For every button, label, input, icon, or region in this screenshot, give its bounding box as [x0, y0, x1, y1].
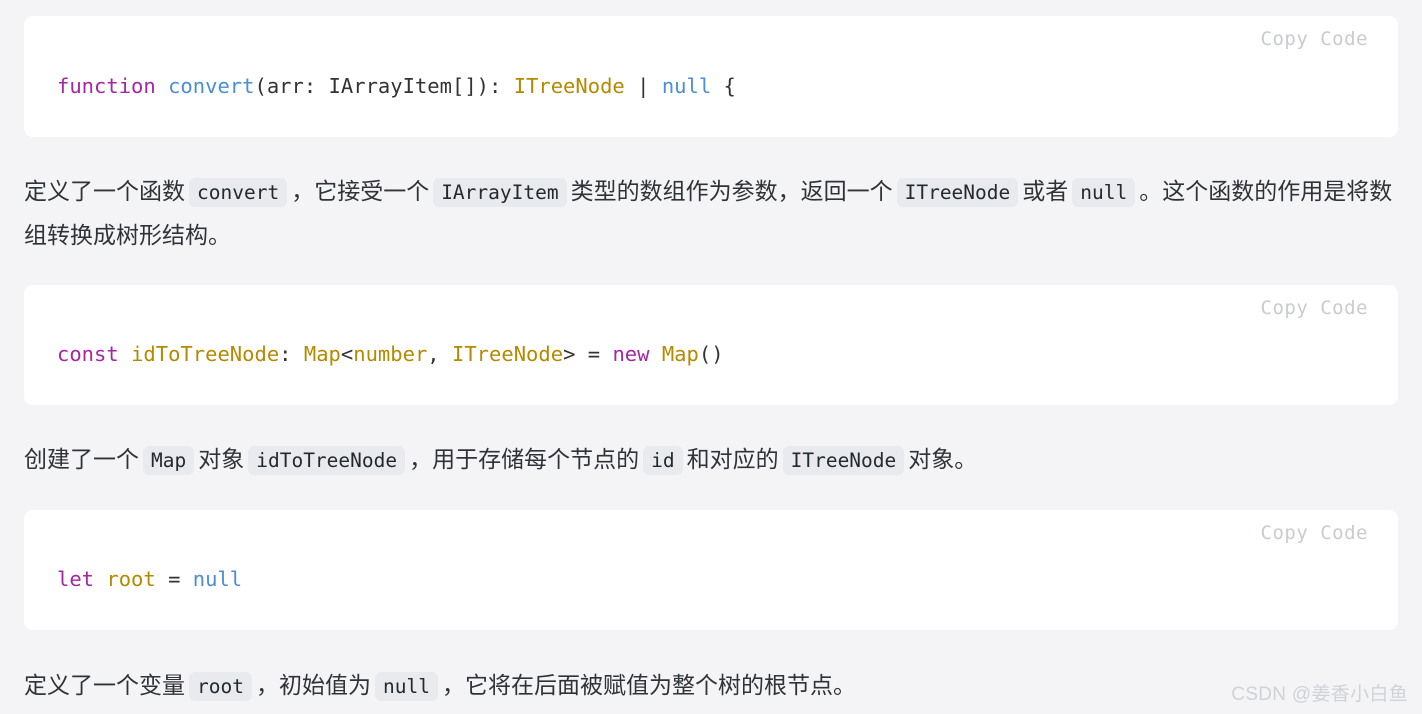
code-token: |	[624, 74, 662, 98]
code-line-1: function convert(arr: IArrayItem[]): ITr…	[24, 16, 1398, 102]
prose-text: ，用于存储每个节点的	[409, 446, 640, 472]
code-token: ,	[427, 342, 452, 366]
code-token: idToTreeNode	[131, 342, 280, 366]
paragraph-1: 定义了一个函数 convert ，它接受一个 IArrayItem 类型的数组作为参数，…	[24, 170, 1404, 257]
inline-code-chip: ITreeNode	[896, 178, 1019, 207]
prose-text: ，它接受一个	[291, 178, 430, 204]
code-block-1: Copy Code function convert(arr: IArrayIt…	[24, 16, 1398, 137]
code-token: ()	[698, 342, 724, 366]
inline-code-chip: convert	[189, 178, 288, 207]
prose-text: 定义了一个函数	[24, 178, 185, 204]
prose-text: 和对应的	[686, 446, 779, 472]
code-block-2: Copy Code const idToTreeNode: Map<number…	[24, 285, 1398, 405]
inline-code-chip: Map	[143, 446, 195, 475]
prose-text: 创建了一个	[24, 446, 139, 472]
prose-text: ，它将在后面被赋值为整个树的根节点。	[441, 672, 856, 698]
inline-code-chip: IArrayItem	[433, 178, 567, 207]
copy-code-button-3[interactable]: Copy Code	[1261, 524, 1368, 543]
prose-text: 对象。	[908, 446, 978, 472]
copy-code-button-2[interactable]: Copy Code	[1261, 299, 1368, 318]
csdn-watermark: CSDN @姜香小白鱼	[1231, 684, 1408, 705]
code-line-2: const idToTreeNode: Map<number, ITreeNod…	[24, 285, 1398, 370]
paragraph-2: 创建了一个 Map 对象 idToTreeNode ，用于存储每个节点的 id 和对应的 IT…	[24, 438, 1404, 482]
code-token: :	[279, 342, 304, 366]
code-token: =	[155, 567, 193, 591]
code-token: Map	[661, 342, 699, 366]
code-token: number	[353, 342, 428, 366]
code-token: convert	[168, 74, 255, 98]
paragraph-3: 定义了一个变量 root ，初始值为 null ，它将在后面被赋值为整个树的根节点。	[24, 664, 1404, 708]
prose-text: 或者	[1022, 178, 1069, 204]
code-token: root	[106, 567, 156, 591]
code-token: let	[57, 567, 95, 591]
inline-code-chip: root	[189, 672, 252, 701]
inline-code-chip: ITreeNode	[782, 446, 905, 475]
code-block-3: Copy Code let root = null	[24, 510, 1398, 630]
code-token: <	[340, 342, 354, 366]
prose-text: 类型的数组作为参数，返回一个	[570, 178, 893, 204]
code-token: null	[661, 74, 712, 98]
article-content-area: Copy Code function convert(arr: IArrayIt…	[0, 0, 1422, 714]
code-token: Map	[303, 342, 341, 366]
inline-code-chip: null	[1072, 178, 1136, 207]
code-token: function	[57, 74, 156, 98]
code-token: (arr: IArrayItem[]):	[254, 74, 514, 98]
inline-code-chip: idToTreeNode	[248, 446, 406, 475]
code-token: ITreeNode	[513, 74, 625, 98]
prose-text: ，初始值为	[255, 672, 371, 698]
inline-code-chip: null	[374, 672, 438, 701]
inline-code-chip: id	[643, 446, 683, 475]
copy-code-button-1[interactable]: Copy Code	[1261, 30, 1368, 49]
code-token: const	[57, 342, 119, 366]
code-token: new	[612, 342, 650, 366]
code-token: null	[192, 567, 243, 591]
code-token: > =	[563, 342, 613, 366]
code-token: ITreeNode	[451, 342, 564, 366]
prose-text: 对象	[198, 446, 245, 472]
code-token: {	[711, 74, 736, 98]
code-line-3: let root = null	[24, 510, 1398, 595]
prose-text: 定义了一个变量	[24, 672, 185, 698]
